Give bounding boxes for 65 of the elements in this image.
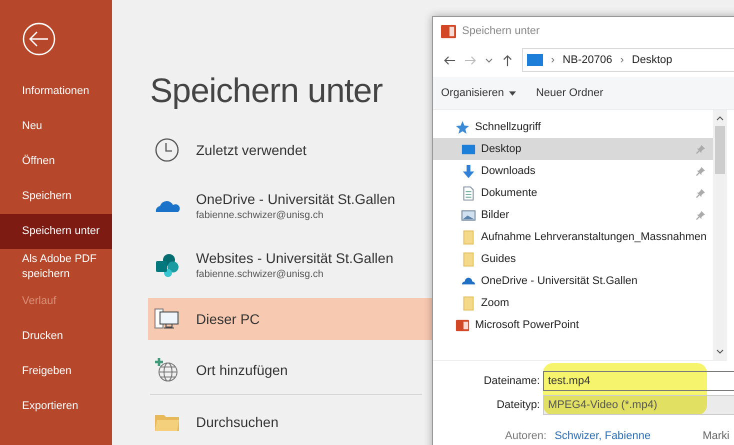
up-arrow-icon[interactable] (501, 54, 514, 66)
location-item[interactable]: Zuletzt verwendet (148, 129, 432, 171)
chevron-up-icon[interactable] (716, 116, 724, 121)
account-email: fabienne.schwizer@unisg.ch (196, 210, 324, 221)
address-bar[interactable]: › NB-20706 › Desktop (522, 48, 734, 72)
sidebar-item[interactable]: Als Adobe PDF speichern (0, 249, 112, 284)
sidebar-item[interactable]: Exportieren (0, 389, 112, 424)
location-name: Durchsuchen (196, 414, 278, 430)
document-icon (461, 186, 476, 200)
dialog-title: Speichern unter (462, 25, 540, 37)
breadcrumb-separator: › (551, 54, 555, 66)
sidebar-item[interactable]: Informationen (0, 74, 112, 109)
breadcrumb-separator: › (620, 54, 624, 66)
sidebar-item[interactable]: Öffnen (0, 144, 112, 179)
chevron-down-icon[interactable] (485, 56, 493, 64)
location-item[interactable]: OneDrive - Universität St.Gallen fabienne.schwizer@unisg.ch (148, 180, 432, 232)
field-label: Marki (702, 430, 730, 442)
monitor-icon (527, 54, 543, 66)
location-name: Dieser PC (196, 311, 260, 327)
tree-item[interactable]: Bilder (433, 204, 713, 226)
chevron-down-icon[interactable] (716, 349, 724, 354)
folder-icon (461, 230, 476, 244)
tree-item[interactable]: OneDrive - Universität St.Gallen (433, 270, 713, 292)
star-icon (455, 120, 470, 134)
filetype-dropdown[interactable]: MPEG4-Video (*.mp4) (543, 395, 734, 415)
location-name: Zuletzt verwendet (196, 142, 306, 158)
folder-icon (461, 252, 476, 266)
field-label: Autoren: (505, 430, 547, 442)
field-label: Dateityp: (496, 399, 541, 411)
scrollbar[interactable] (713, 110, 727, 360)
back-arrow-icon[interactable] (443, 54, 456, 66)
location-name: Ort hinzufügen (196, 362, 288, 378)
author-link[interactable]: Schwizer, Fabienne (554, 430, 651, 442)
location-name: OneDrive - Universität St.Gallen (196, 191, 396, 207)
sidebar-item[interactable]: Speichern (0, 179, 112, 214)
field-label: Dateiname: (482, 375, 541, 387)
location-item[interactable]: Websites - Universität St.Gallen fabienne.schwizer@unisg.ch (148, 239, 432, 291)
location-name: Websites - Universität St.Gallen (196, 250, 394, 266)
add-globe-icon (154, 357, 180, 383)
breadcrumb-item[interactable]: NB-20706 (562, 54, 612, 66)
folder-icon (461, 296, 476, 310)
tree-item[interactable]: Guides (433, 248, 713, 270)
sidebar-item[interactable]: Drucken (0, 319, 112, 354)
tree-item[interactable]: Schnellzugriff (433, 116, 713, 138)
location-item[interactable]: Ort hinzufügen (148, 349, 432, 391)
scroll-thumb[interactable] (715, 126, 725, 174)
location-item[interactable]: Durchsuchen (148, 401, 432, 443)
sidebar-item[interactable]: Speichern unter (0, 214, 112, 249)
page-title: Speichern unter (150, 72, 384, 111)
tree-item[interactable]: Aufnahme Lehrveranstaltungen_Massnahmen (433, 226, 713, 248)
sidebar-item[interactable]: Freigeben (0, 354, 112, 389)
tree-item[interactable]: Desktop (433, 138, 713, 160)
caret-icon (508, 90, 516, 96)
sidebar-item[interactable]: Neu (0, 109, 112, 144)
tree-item[interactable]: Dokumente (433, 182, 713, 204)
toolbar-button[interactable]: Organisieren (437, 83, 520, 103)
tree-item[interactable]: Downloads (433, 160, 713, 182)
image-icon (461, 208, 476, 222)
sharepoint-icon (154, 252, 180, 278)
toolbar-button[interactable]: Neuer Ordner (532, 83, 608, 103)
download-arrow-icon (461, 164, 476, 178)
clock-icon (154, 137, 180, 163)
filename-field[interactable]: test.mp4 (543, 371, 734, 391)
account-email: fabienne.schwizer@unisg.ch (196, 269, 324, 280)
breadcrumb-item[interactable]: Desktop (632, 54, 672, 66)
